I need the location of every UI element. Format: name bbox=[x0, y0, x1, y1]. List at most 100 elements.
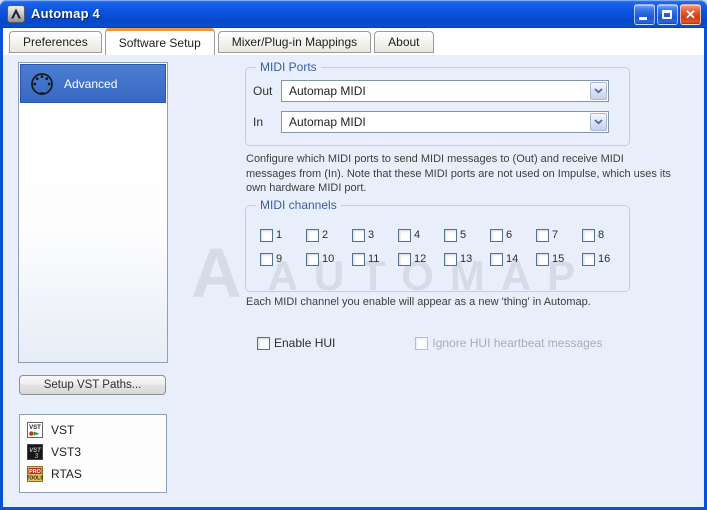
format-label: VST bbox=[51, 423, 75, 437]
window-title: Automap 4 bbox=[31, 6, 100, 21]
ignore-hui-heartbeat-label: Ignore HUI heartbeat messages bbox=[432, 336, 603, 350]
midi-channel-6: 6 bbox=[490, 223, 536, 247]
midi-channel-checkbox-10[interactable] bbox=[306, 252, 319, 266]
midi-channels-group: MIDI channels 1 2 3 4 5 6 7 8 9 10 11 12 13 14 15 16 bbox=[245, 198, 630, 292]
midi-channel-3: 3 bbox=[352, 223, 398, 247]
midi-in-dropdown-button[interactable] bbox=[590, 113, 607, 131]
watermark-logo: A bbox=[191, 234, 242, 312]
plugin-format-list: VST VST VST 3 VST3 PRO TOOLS RTAS bbox=[19, 414, 167, 493]
tab-bar: Preferences Software Setup Mixer/Plug-in… bbox=[3, 28, 704, 55]
format-label: RTAS bbox=[51, 467, 82, 481]
midi-out-row: Out Automap MIDI bbox=[253, 80, 609, 102]
midi-channel-checkbox-2[interactable] bbox=[306, 228, 319, 242]
midi-channels-group-label: MIDI channels bbox=[256, 198, 341, 212]
midi-channel-4: 4 bbox=[398, 223, 444, 247]
midi-channel-checkbox-15[interactable] bbox=[536, 252, 549, 266]
in-label: In bbox=[253, 115, 264, 129]
midi-channel-label: 1 bbox=[276, 229, 283, 241]
minimize-icon bbox=[639, 17, 647, 20]
midi-channel-label: 10 bbox=[322, 253, 335, 265]
software-setup-pane: A AUTOMAP Advanced Setup VST Paths... VS… bbox=[3, 55, 704, 507]
enable-hui-checkbox[interactable] bbox=[257, 336, 270, 350]
midi-out-value: Automap MIDI bbox=[289, 84, 366, 98]
midi-ports-group-label: MIDI Ports bbox=[256, 60, 321, 74]
maximize-icon bbox=[662, 10, 672, 19]
midi-channel-label: 12 bbox=[414, 253, 427, 265]
vst-icon: VST bbox=[27, 422, 43, 438]
midi-channel-10: 10 bbox=[306, 247, 352, 271]
vst3-icon: VST 3 bbox=[27, 444, 43, 460]
midi-channel-checkbox-3[interactable] bbox=[352, 228, 365, 242]
list-item-vst3[interactable]: VST 3 VST3 bbox=[27, 441, 166, 463]
midi-channel-label: 13 bbox=[460, 253, 473, 265]
midi-channel-12: 12 bbox=[398, 247, 444, 271]
midi-ports-description: Configure which MIDI ports to send MIDI … bbox=[246, 153, 671, 194]
midi-channel-label: 2 bbox=[322, 229, 329, 241]
chevron-down-icon bbox=[594, 88, 603, 94]
close-icon: ✕ bbox=[685, 7, 696, 22]
out-label: Out bbox=[253, 84, 273, 98]
enable-hui-label: Enable HUI bbox=[274, 336, 336, 350]
midi-channel-checkbox-8[interactable] bbox=[582, 228, 595, 242]
midi-channel-14: 14 bbox=[490, 247, 536, 271]
midi-channel-checkbox-5[interactable] bbox=[444, 228, 457, 242]
midi-channel-11: 11 bbox=[352, 247, 398, 271]
midi-channel-grid: 1 2 3 4 5 6 7 8 9 10 11 12 13 14 15 16 bbox=[260, 223, 628, 271]
svg-text:3: 3 bbox=[35, 453, 39, 460]
minimize-button[interactable] bbox=[634, 4, 655, 25]
setup-vst-paths-button[interactable]: Setup VST Paths... bbox=[19, 375, 166, 395]
list-item-rtas[interactable]: PRO TOOLS RTAS bbox=[27, 463, 166, 485]
device-list: Advanced bbox=[18, 62, 168, 363]
midi-channel-7: 7 bbox=[536, 223, 582, 247]
midi-channel-5: 5 bbox=[444, 223, 490, 247]
midi-out-select[interactable]: Automap MIDI bbox=[281, 80, 609, 102]
midi-channel-label: 7 bbox=[552, 229, 559, 241]
midi-channel-16: 16 bbox=[582, 247, 628, 271]
midi-channel-label: 11 bbox=[368, 253, 380, 265]
svg-text:TOOLS: TOOLS bbox=[27, 476, 43, 482]
midi-channel-checkbox-11[interactable] bbox=[352, 252, 365, 266]
tab-software-setup[interactable]: Software Setup bbox=[104, 28, 215, 55]
tab-about[interactable]: About bbox=[374, 31, 434, 53]
close-button[interactable]: ✕ bbox=[680, 4, 701, 25]
sidebar-item-label: Advanced bbox=[64, 76, 118, 91]
app-logo-icon bbox=[7, 5, 25, 23]
midi-channel-label: 14 bbox=[506, 253, 519, 265]
tab-preferences[interactable]: Preferences bbox=[9, 31, 102, 53]
midi-channel-checkbox-14[interactable] bbox=[490, 252, 503, 266]
midi-in-select[interactable]: Automap MIDI bbox=[281, 111, 609, 133]
tab-mixer-plugin-mappings[interactable]: Mixer/Plug-in Mappings bbox=[217, 31, 372, 53]
midi-channel-label: 5 bbox=[460, 229, 467, 241]
midi-channel-checkbox-12[interactable] bbox=[398, 252, 411, 266]
midi-din-icon bbox=[31, 72, 53, 95]
midi-channel-13: 13 bbox=[444, 247, 490, 271]
midi-channel-checkbox-4[interactable] bbox=[398, 228, 411, 242]
midi-channel-15: 15 bbox=[536, 247, 582, 271]
maximize-button[interactable] bbox=[657, 4, 678, 25]
midi-channel-checkbox-7[interactable] bbox=[536, 228, 549, 242]
midi-channel-checkbox-9[interactable] bbox=[260, 252, 273, 266]
midi-channel-label: 4 bbox=[414, 229, 421, 241]
midi-channels-note: Each MIDI channel you enable will appear… bbox=[246, 296, 591, 308]
hui-options-row: Enable HUI Ignore HUI heartbeat messages bbox=[257, 336, 602, 350]
midi-channel-8: 8 bbox=[582, 223, 628, 247]
midi-ports-group: MIDI Ports Out Automap MIDI In Automap M… bbox=[245, 60, 630, 146]
chevron-down-icon bbox=[594, 119, 603, 125]
sidebar-item-advanced[interactable]: Advanced bbox=[20, 64, 166, 103]
midi-channel-checkbox-13[interactable] bbox=[444, 252, 457, 266]
midi-out-dropdown-button[interactable] bbox=[590, 82, 607, 100]
svg-text:VST: VST bbox=[29, 425, 41, 431]
midi-channel-label: 15 bbox=[552, 253, 565, 265]
midi-channel-checkbox-6[interactable] bbox=[490, 228, 503, 242]
midi-channel-checkbox-16[interactable] bbox=[582, 252, 595, 266]
midi-channel-label: 16 bbox=[598, 253, 611, 265]
svg-text:PRO: PRO bbox=[29, 469, 41, 475]
midi-channel-1: 1 bbox=[260, 223, 306, 247]
midi-channel-checkbox-1[interactable] bbox=[260, 228, 273, 242]
midi-in-value: Automap MIDI bbox=[289, 115, 366, 129]
format-label: VST3 bbox=[51, 445, 82, 459]
midi-channel-label: 9 bbox=[276, 253, 283, 265]
midi-channel-label: 6 bbox=[506, 229, 513, 241]
list-item-vst[interactable]: VST VST bbox=[27, 419, 166, 441]
protools-icon: PRO TOOLS bbox=[27, 466, 43, 482]
